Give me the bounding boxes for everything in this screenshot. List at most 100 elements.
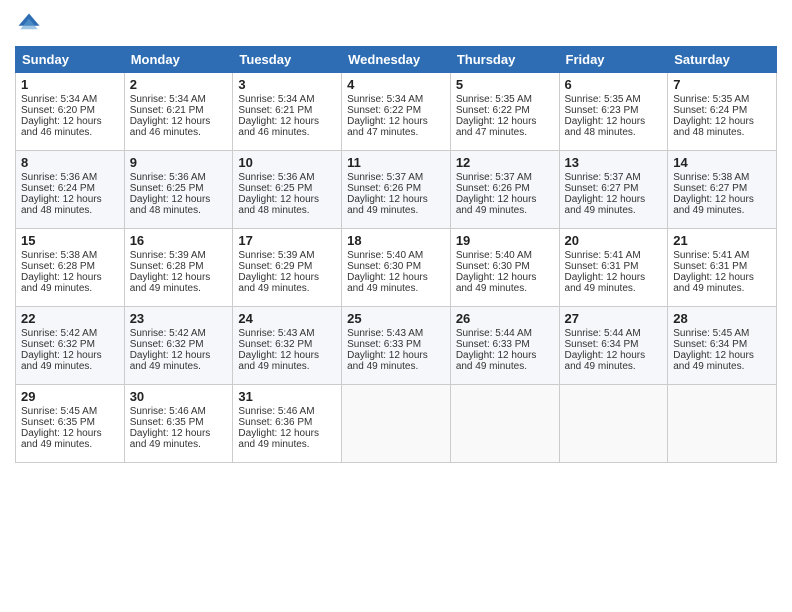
day-detail: Daylight: 12 hours xyxy=(21,272,119,283)
day-detail: Sunset: 6:23 PM xyxy=(565,105,663,116)
day-detail: and 47 minutes. xyxy=(456,127,554,138)
day-cell: 1Sunrise: 5:34 AMSunset: 6:20 PMDaylight… xyxy=(16,73,125,151)
day-detail: Daylight: 12 hours xyxy=(673,272,771,283)
day-detail: Sunset: 6:34 PM xyxy=(565,339,663,350)
day-cell xyxy=(559,385,668,463)
col-header-monday: Monday xyxy=(124,47,233,73)
day-number: 13 xyxy=(565,155,663,170)
day-detail: and 48 minutes. xyxy=(21,205,119,216)
day-detail: Daylight: 12 hours xyxy=(238,350,336,361)
day-detail: Sunset: 6:30 PM xyxy=(347,261,445,272)
day-detail: Sunset: 6:22 PM xyxy=(347,105,445,116)
logo xyxy=(15,10,47,38)
day-detail: and 49 minutes. xyxy=(130,283,228,294)
day-cell: 3Sunrise: 5:34 AMSunset: 6:21 PMDaylight… xyxy=(233,73,342,151)
day-detail: Daylight: 12 hours xyxy=(21,428,119,439)
day-detail: and 49 minutes. xyxy=(456,361,554,372)
day-cell: 31Sunrise: 5:46 AMSunset: 6:36 PMDayligh… xyxy=(233,385,342,463)
day-detail: Sunrise: 5:38 AM xyxy=(673,172,771,183)
day-detail: and 49 minutes. xyxy=(21,283,119,294)
day-detail: and 49 minutes. xyxy=(673,283,771,294)
day-number: 22 xyxy=(21,311,119,326)
day-detail: Daylight: 12 hours xyxy=(238,428,336,439)
day-detail: Sunset: 6:28 PM xyxy=(130,261,228,272)
day-detail: Sunset: 6:33 PM xyxy=(456,339,554,350)
day-cell: 6Sunrise: 5:35 AMSunset: 6:23 PMDaylight… xyxy=(559,73,668,151)
day-detail: and 47 minutes. xyxy=(347,127,445,138)
day-detail: Sunset: 6:22 PM xyxy=(456,105,554,116)
day-detail: Sunset: 6:25 PM xyxy=(238,183,336,194)
day-number: 19 xyxy=(456,233,554,248)
day-cell: 28Sunrise: 5:45 AMSunset: 6:34 PMDayligh… xyxy=(668,307,777,385)
day-cell: 27Sunrise: 5:44 AMSunset: 6:34 PMDayligh… xyxy=(559,307,668,385)
day-detail: Sunrise: 5:40 AM xyxy=(347,250,445,261)
day-detail: Sunrise: 5:34 AM xyxy=(21,94,119,105)
day-detail: Daylight: 12 hours xyxy=(347,350,445,361)
day-detail: and 49 minutes. xyxy=(673,205,771,216)
day-detail: Sunset: 6:31 PM xyxy=(565,261,663,272)
day-number: 27 xyxy=(565,311,663,326)
day-detail: Daylight: 12 hours xyxy=(565,116,663,127)
day-number: 15 xyxy=(21,233,119,248)
day-cell: 7Sunrise: 5:35 AMSunset: 6:24 PMDaylight… xyxy=(668,73,777,151)
day-detail: Sunrise: 5:35 AM xyxy=(565,94,663,105)
day-detail: Sunrise: 5:40 AM xyxy=(456,250,554,261)
day-cell: 29Sunrise: 5:45 AMSunset: 6:35 PMDayligh… xyxy=(16,385,125,463)
day-detail: Daylight: 12 hours xyxy=(21,350,119,361)
week-row-4: 22Sunrise: 5:42 AMSunset: 6:32 PMDayligh… xyxy=(16,307,777,385)
day-cell: 19Sunrise: 5:40 AMSunset: 6:30 PMDayligh… xyxy=(450,229,559,307)
week-row-2: 8Sunrise: 5:36 AMSunset: 6:24 PMDaylight… xyxy=(16,151,777,229)
day-cell: 22Sunrise: 5:42 AMSunset: 6:32 PMDayligh… xyxy=(16,307,125,385)
day-detail: Sunset: 6:32 PM xyxy=(130,339,228,350)
day-detail: Sunset: 6:25 PM xyxy=(130,183,228,194)
day-detail: Sunset: 6:33 PM xyxy=(347,339,445,350)
day-cell: 20Sunrise: 5:41 AMSunset: 6:31 PMDayligh… xyxy=(559,229,668,307)
day-cell: 25Sunrise: 5:43 AMSunset: 6:33 PMDayligh… xyxy=(342,307,451,385)
day-detail: Sunset: 6:31 PM xyxy=(673,261,771,272)
day-detail: Daylight: 12 hours xyxy=(130,428,228,439)
day-cell xyxy=(342,385,451,463)
day-cell: 26Sunrise: 5:44 AMSunset: 6:33 PMDayligh… xyxy=(450,307,559,385)
day-detail: Sunrise: 5:41 AM xyxy=(673,250,771,261)
day-detail: Sunset: 6:29 PM xyxy=(238,261,336,272)
calendar-header-row: SundayMondayTuesdayWednesdayThursdayFrid… xyxy=(16,47,777,73)
day-detail: Sunset: 6:35 PM xyxy=(130,417,228,428)
day-detail: Sunrise: 5:35 AM xyxy=(456,94,554,105)
day-detail: Sunset: 6:27 PM xyxy=(673,183,771,194)
logo-icon xyxy=(15,10,43,38)
day-detail: Daylight: 12 hours xyxy=(347,272,445,283)
day-detail: and 49 minutes. xyxy=(347,205,445,216)
day-detail: Sunrise: 5:34 AM xyxy=(238,94,336,105)
day-detail: Sunset: 6:32 PM xyxy=(21,339,119,350)
day-number: 31 xyxy=(238,389,336,404)
day-detail: Sunrise: 5:37 AM xyxy=(565,172,663,183)
day-detail: Daylight: 12 hours xyxy=(347,116,445,127)
day-cell: 9Sunrise: 5:36 AMSunset: 6:25 PMDaylight… xyxy=(124,151,233,229)
day-detail: Sunset: 6:32 PM xyxy=(238,339,336,350)
day-detail: and 49 minutes. xyxy=(130,439,228,450)
day-detail: and 49 minutes. xyxy=(21,361,119,372)
day-detail: Sunrise: 5:46 AM xyxy=(238,406,336,417)
day-cell xyxy=(450,385,559,463)
day-detail: Sunset: 6:21 PM xyxy=(130,105,228,116)
week-row-1: 1Sunrise: 5:34 AMSunset: 6:20 PMDaylight… xyxy=(16,73,777,151)
day-cell: 2Sunrise: 5:34 AMSunset: 6:21 PMDaylight… xyxy=(124,73,233,151)
col-header-friday: Friday xyxy=(559,47,668,73)
day-detail: and 48 minutes. xyxy=(673,127,771,138)
day-detail: Sunrise: 5:38 AM xyxy=(21,250,119,261)
day-number: 11 xyxy=(347,155,445,170)
day-detail: Sunrise: 5:39 AM xyxy=(238,250,336,261)
day-detail: and 49 minutes. xyxy=(456,205,554,216)
day-detail: Daylight: 12 hours xyxy=(456,194,554,205)
day-detail: Sunrise: 5:36 AM xyxy=(21,172,119,183)
day-number: 30 xyxy=(130,389,228,404)
week-row-5: 29Sunrise: 5:45 AMSunset: 6:35 PMDayligh… xyxy=(16,385,777,463)
day-cell: 15Sunrise: 5:38 AMSunset: 6:28 PMDayligh… xyxy=(16,229,125,307)
day-detail: Daylight: 12 hours xyxy=(565,272,663,283)
day-number: 7 xyxy=(673,77,771,92)
col-header-saturday: Saturday xyxy=(668,47,777,73)
header xyxy=(15,10,777,38)
day-number: 20 xyxy=(565,233,663,248)
day-detail: Sunset: 6:24 PM xyxy=(673,105,771,116)
day-detail: Daylight: 12 hours xyxy=(565,350,663,361)
